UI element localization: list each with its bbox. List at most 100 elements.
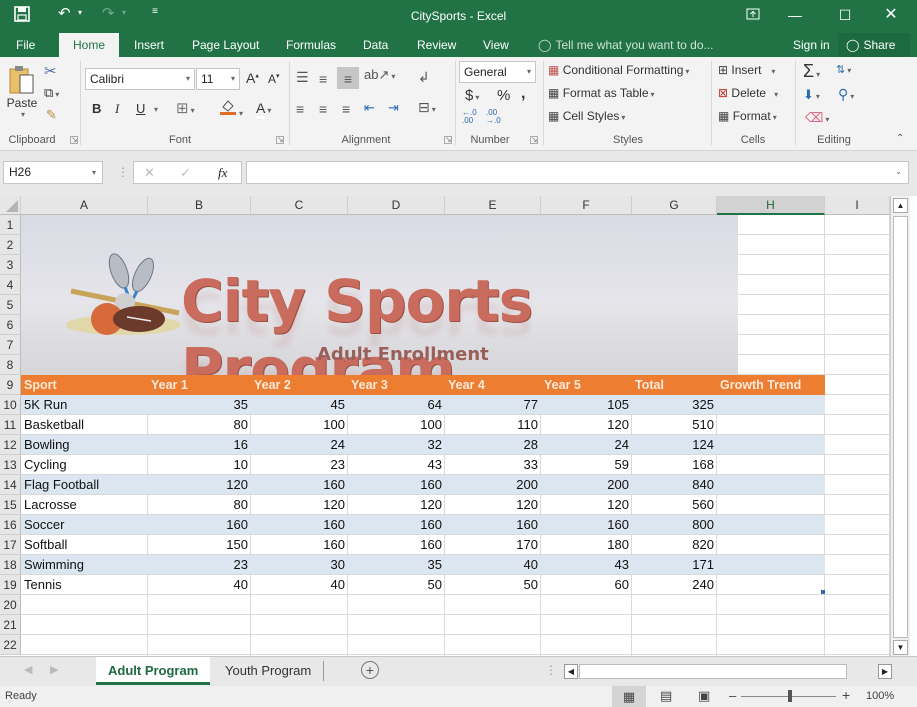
spreadsheet-grid[interactable]: ABCDEFGHI 1 2 3 4 5 6 7 8 9 10 11 12 13 14 15 16 17 18 19 2… xyxy=(0,196,890,656)
value-cell[interactable]: 200 xyxy=(445,475,541,495)
value-cell[interactable]: 30 xyxy=(251,555,348,575)
undo-icon[interactable]: ↶ xyxy=(58,4,71,22)
delete-cells-button[interactable]: ⊠ Delete ▾ xyxy=(718,86,778,100)
alignment-launcher-icon[interactable]: ↘ xyxy=(444,136,452,144)
sport-name-cell[interactable]: Cycling xyxy=(21,455,148,475)
expand-formula-bar-icon[interactable]: ⌄ xyxy=(895,167,902,176)
tab-file[interactable]: File xyxy=(8,33,43,57)
growth-trend-cell[interactable] xyxy=(717,435,825,455)
value-cell[interactable]: 105 xyxy=(541,395,632,415)
growth-trend-cell[interactable] xyxy=(717,575,825,595)
formula-input[interactable]: ⌄ xyxy=(246,161,909,184)
growth-trend-cell[interactable] xyxy=(717,515,825,535)
fill-color-button[interactable]: ▾ xyxy=(219,98,243,119)
share-button[interactable]: ◯ Share xyxy=(838,33,910,57)
row-header-16[interactable]: 16 xyxy=(0,515,21,535)
value-cell[interactable]: 120 xyxy=(445,495,541,515)
value-cell[interactable]: 160 xyxy=(445,515,541,535)
row-header-15[interactable]: 15 xyxy=(0,495,21,515)
growth-trend-cell[interactable] xyxy=(717,475,825,495)
row-header-7[interactable]: 7 xyxy=(0,335,21,355)
total-cell[interactable]: 240 xyxy=(632,575,717,595)
increase-decimal-icon[interactable]: ←.0.00 xyxy=(462,109,477,125)
row-header-14[interactable]: 14 xyxy=(0,475,21,495)
value-cell[interactable]: 160 xyxy=(348,535,445,555)
banner-image[interactable]: City Sports Program Adult Enrollment xyxy=(21,215,738,375)
value-cell[interactable]: 43 xyxy=(541,555,632,575)
decrease-decimal-icon[interactable]: .00 →.0 xyxy=(486,109,501,125)
horizontal-scroll-thumb[interactable] xyxy=(579,664,847,679)
zoom-level[interactable]: 100% xyxy=(866,690,894,702)
value-cell[interactable]: 50 xyxy=(445,575,541,595)
scroll-left-icon[interactable]: ◀ xyxy=(564,664,578,679)
value-cell[interactable]: 24 xyxy=(541,435,632,455)
total-cell[interactable]: 840 xyxy=(632,475,717,495)
align-right-icon[interactable]: ≡ xyxy=(342,101,350,117)
value-cell[interactable]: 120 xyxy=(541,415,632,435)
value-cell[interactable]: 100 xyxy=(348,415,445,435)
insert-cells-button[interactable]: ⊞ Insert ▾ xyxy=(718,63,775,77)
value-cell[interactable]: 35 xyxy=(348,555,445,575)
underline-dropdown-icon[interactable]: ▾ xyxy=(154,105,158,114)
growth-trend-cell[interactable] xyxy=(717,555,825,575)
table-header-cell[interactable]: Year 5 xyxy=(541,375,632,395)
scroll-tabs-left-icon[interactable]: ◀ xyxy=(24,663,32,676)
align-center-icon[interactable]: ≡ xyxy=(319,101,327,117)
tab-review[interactable]: Review xyxy=(409,33,464,57)
font-color-button[interactable]: A ▾ xyxy=(256,100,271,119)
tab-insert[interactable]: Insert xyxy=(126,33,172,57)
middle-align-icon[interactable]: ≡ xyxy=(319,71,327,87)
font-launcher-icon[interactable]: ↘ xyxy=(276,136,284,144)
sheet-tab-adult-program[interactable]: Adult Program xyxy=(96,657,211,685)
total-cell[interactable]: 560 xyxy=(632,495,717,515)
column-header-d[interactable]: D xyxy=(348,196,445,215)
column-header-f[interactable]: F xyxy=(541,196,632,215)
page-break-view-icon[interactable]: ▣ xyxy=(698,688,710,704)
increase-font-size-icon[interactable]: A▴ xyxy=(246,70,259,86)
table-header-cell[interactable]: Growth Trend xyxy=(717,375,825,395)
sort-filter-icon[interactable]: ⇅ ▾ xyxy=(836,63,851,76)
value-cell[interactable]: 43 xyxy=(348,455,445,475)
sport-name-cell[interactable]: Basketball xyxy=(21,415,148,435)
value-cell[interactable]: 120 xyxy=(348,495,445,515)
font-size-select[interactable]: 11 ▾ xyxy=(196,68,240,90)
value-cell[interactable]: 50 xyxy=(348,575,445,595)
row-header-20[interactable]: 20 xyxy=(0,595,21,615)
underline-button[interactable]: U xyxy=(136,101,145,116)
value-cell[interactable]: 120 xyxy=(148,475,251,495)
comma-button[interactable]: , xyxy=(521,85,525,103)
growth-trend-cell[interactable] xyxy=(717,415,825,435)
number-format-select[interactable]: General ▾ xyxy=(459,61,536,83)
tab-page-layout[interactable]: Page Layout xyxy=(184,33,267,57)
value-cell[interactable]: 170 xyxy=(445,535,541,555)
italic-button[interactable]: I xyxy=(115,101,119,117)
row-header-11[interactable]: 11 xyxy=(0,415,21,435)
row-header-22[interactable]: 22 xyxy=(0,635,21,655)
row-header-19[interactable]: 19 xyxy=(0,575,21,595)
paste-button[interactable]: Paste ▾ xyxy=(6,65,38,125)
value-cell[interactable]: 160 xyxy=(348,475,445,495)
value-cell[interactable]: 77 xyxy=(445,395,541,415)
align-left-icon[interactable]: ≡ xyxy=(296,101,304,117)
autosum-icon[interactable]: Σ ▾ xyxy=(803,61,820,82)
value-cell[interactable]: 33 xyxy=(445,455,541,475)
tab-view[interactable]: View xyxy=(475,33,517,57)
table-header-cell[interactable]: Year 1 xyxy=(148,375,251,395)
sport-name-cell[interactable]: Lacrosse xyxy=(21,495,148,515)
value-cell[interactable]: 150 xyxy=(148,535,251,555)
total-cell[interactable]: 168 xyxy=(632,455,717,475)
total-cell[interactable]: 325 xyxy=(632,395,717,415)
tab-formulas[interactable]: Formulas xyxy=(278,33,344,57)
sport-name-cell[interactable]: Flag Football xyxy=(21,475,148,495)
table-header-cell[interactable]: Sport xyxy=(21,375,148,395)
row-header-1[interactable]: 1 xyxy=(0,215,21,235)
value-cell[interactable]: 120 xyxy=(541,495,632,515)
value-cell[interactable]: 10 xyxy=(148,455,251,475)
growth-trend-cell[interactable] xyxy=(717,455,825,475)
growth-trend-cell[interactable] xyxy=(717,495,825,515)
value-cell[interactable]: 60 xyxy=(541,575,632,595)
value-cell[interactable]: 23 xyxy=(148,555,251,575)
value-cell[interactable]: 180 xyxy=(541,535,632,555)
decrease-font-size-icon[interactable]: A▾ xyxy=(268,72,280,86)
total-cell[interactable]: 510 xyxy=(632,415,717,435)
